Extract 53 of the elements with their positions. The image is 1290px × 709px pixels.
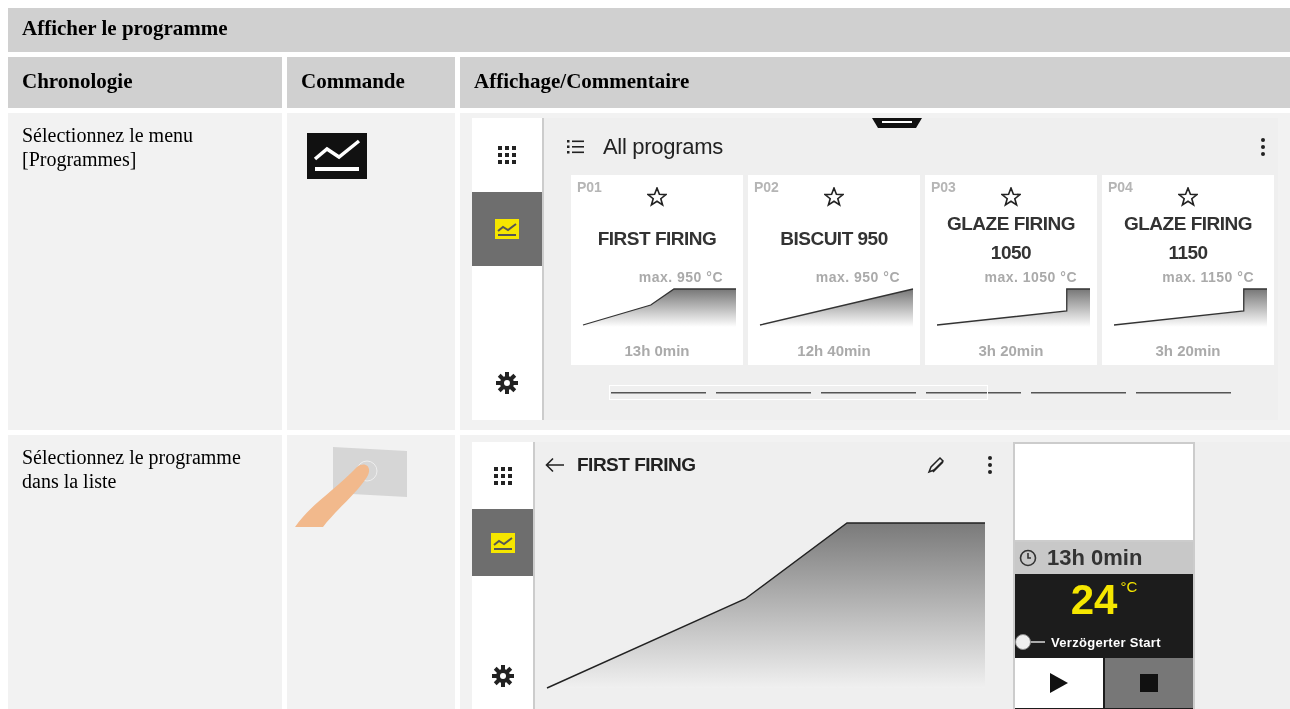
delayed-start-toggle[interactable] (1015, 634, 1045, 650)
program-card[interactable]: P01 FIRST FIRING max. 950 °C 13h 0min (571, 175, 743, 365)
edit-icon[interactable] (927, 456, 945, 474)
program-number: P03 (931, 179, 956, 195)
play-button[interactable] (1015, 658, 1103, 708)
screen-title: All programs (603, 133, 724, 160)
program-duration: 12h 40min (796, 342, 872, 359)
star-icon[interactable] (824, 187, 844, 207)
more-icon[interactable] (1260, 136, 1266, 157)
apps-grid-icon (498, 146, 516, 164)
program-card[interactable]: P02 BISCUIT 950 max. 950 °C 12h 40min (748, 175, 920, 365)
column-header: Affichage/Commentaire (460, 57, 1290, 108)
program-card[interactable]: P04 GLAZE FIRING 1150 max. 1150 °C 3h 20min (1102, 175, 1274, 365)
program-duration: 3h 20min (977, 342, 1045, 359)
delayed-start-label: Verzögerter Start (1051, 634, 1161, 650)
step-text: Sélectionnez le programme dans la liste (22, 446, 241, 492)
program-number: P01 (577, 179, 602, 195)
program-duration: 13h 0min (623, 342, 691, 359)
program-name: GLAZE FIRING 1050 (945, 212, 1077, 265)
temperature-unit: °C (1120, 577, 1138, 597)
more-icon[interactable] (987, 455, 993, 475)
max-temperature: max. 1050 °C (983, 269, 1078, 285)
chart-icon (495, 219, 519, 239)
max-temperature: max. 950 °C (814, 269, 901, 285)
program-card[interactable]: P03 GLAZE FIRING 1050 max. 1050 °C 3h 20min (925, 175, 1097, 365)
max-temperature: max. 1150 °C (1161, 269, 1255, 285)
program-name: GLAZE FIRING 1150 (1122, 212, 1254, 265)
max-temperature: max. 950 °C (637, 269, 724, 285)
stop-icon (1140, 674, 1158, 692)
program-name: BISCUIT 950 (780, 226, 888, 251)
program-name: FIRST FIRING (597, 226, 717, 251)
table-title: Afficher le programme (8, 8, 1290, 52)
program-duration: 13h 0min (1047, 545, 1143, 571)
program-number: P02 (754, 179, 779, 195)
program-duration: 3h 20min (1154, 342, 1222, 359)
chart-key-icon (307, 133, 367, 179)
screen-title: FIRST FIRING (577, 454, 697, 476)
list-icon (567, 139, 585, 154)
back-icon[interactable] (545, 457, 565, 473)
pull-down-handle-icon[interactable] (872, 118, 922, 128)
column-header: Commande (287, 57, 455, 108)
star-icon[interactable] (647, 187, 667, 207)
program-number: P04 (1108, 179, 1133, 195)
star-icon[interactable] (1001, 187, 1021, 207)
apps-grid-icon (493, 466, 512, 485)
chart-icon (490, 532, 515, 553)
stop-button[interactable] (1105, 658, 1193, 708)
column-header: Chronologie (8, 57, 282, 108)
current-temperature: 24 (1070, 576, 1118, 624)
clock-icon (1019, 549, 1037, 567)
star-icon[interactable] (1178, 187, 1198, 207)
play-icon (1049, 672, 1069, 694)
step-text: Sélectionnez le menu [Programmes] (22, 124, 194, 170)
